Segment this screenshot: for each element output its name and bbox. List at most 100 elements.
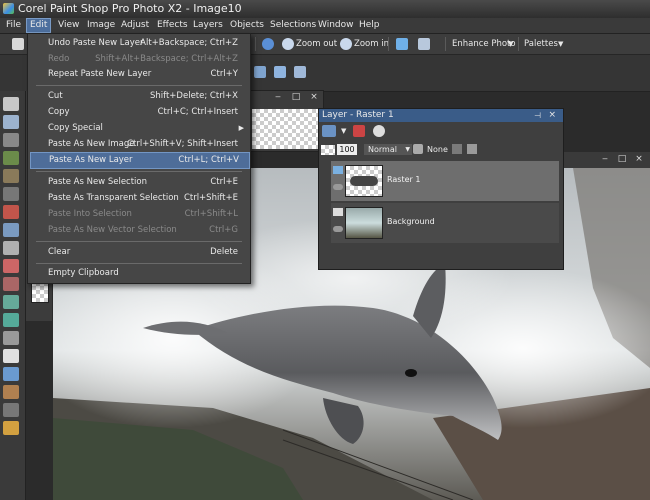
warp-brush-icon[interactable] [3,403,19,417]
menu-window[interactable]: Window [315,19,357,32]
menu-item-label: Paste As Transparent Selection [48,193,179,203]
menu-item-empty-clipboard[interactable]: Empty Clipboard [30,266,248,281]
visibility-eye-icon[interactable] [333,184,343,190]
paint-brush-icon[interactable] [3,277,19,291]
menu-bar: File Edit View Image Adjust Effects Laye… [0,18,650,34]
blend-mode-select[interactable]: Normal ▼ [364,144,412,155]
menu-item-clear[interactable]: Clear Delete [30,245,248,260]
menu-item-paste-vector-selection[interactable]: Paste As New Vector Selection Ctrl+G [30,223,248,238]
palette-maximize-icon[interactable]: □ [291,92,301,102]
info-icon[interactable] [262,38,274,50]
maximize-icon[interactable]: □ [617,154,627,164]
blend-mode-value: Normal [368,145,397,154]
scratch-remover-icon[interactable] [3,259,19,273]
browse-icon[interactable] [396,38,408,50]
palettes-button[interactable]: Palettes [524,36,558,52]
layer-row-background[interactable]: Background [331,203,559,243]
menu-help[interactable]: Help [356,19,383,32]
layers-close-icon[interactable]: × [548,109,556,122]
lighten-darken-icon[interactable] [3,313,19,327]
delete-layer-icon[interactable] [353,125,365,137]
menu-item-shortcut: Ctrl+Y [210,69,238,79]
palette-minimize-icon[interactable]: ‒ [273,92,283,102]
opacity-swatch [321,145,335,155]
visibility-eye-icon[interactable] [333,226,343,232]
menu-item-undo[interactable]: Undo Paste New Layer Alt+Backspace; Ctrl… [30,36,248,51]
selection-tool-icon[interactable] [3,133,19,147]
menu-item-shortcut: Ctrl+Shift+L [184,209,238,219]
menu-item-copy[interactable]: Copy Ctrl+C; Ctrl+Insert [30,105,248,120]
screen-mode-icon[interactable] [418,38,430,50]
menu-item-shortcut: Shift+Alt+Backspace; Ctrl+Alt+Z [95,54,238,64]
text-tool-icon[interactable] [3,349,19,363]
mask-brush-icon[interactable] [413,144,423,154]
new-file-icon[interactable] [12,38,24,50]
pin-icon[interactable]: ⊣ [534,109,541,122]
menu-separator [36,171,242,172]
menu-item-paste-new-layer[interactable]: Paste As New Layer Ctrl+L; Ctrl+V [30,152,250,169]
makeover-tool-icon[interactable] [3,223,19,237]
preset-shape-icon[interactable] [3,367,19,381]
overview-palette: ‒ □ × [248,90,324,152]
dropper-tool-icon[interactable] [3,151,19,165]
material-swatch-icon[interactable] [31,281,49,303]
clone-tool-icon[interactable] [3,241,19,255]
menu-separator [36,263,242,264]
layer-name: Raster 1 [387,175,421,184]
menu-item-repeat[interactable]: Repeat Paste New Layer Ctrl+Y [30,67,248,82]
opacity-field[interactable]: 100 [337,144,357,155]
layer-name: Background [387,217,435,226]
menu-item-copy-special[interactable]: Copy Special ▶ [30,121,248,136]
picture-tube-icon[interactable] [3,421,19,435]
pan-tool-icon[interactable] [3,97,19,111]
menu-item-shortcut: Ctrl+Shift+E [183,193,238,203]
layer-properties-icon[interactable] [373,125,385,137]
window-title: Corel Paint Shop Pro Photo X2 - Image10 [18,2,242,15]
eraser-icon[interactable] [3,331,19,345]
enhance-photo-button[interactable]: Enhance Photo [452,36,516,52]
menu-item-shortcut: Shift+Delete; Ctrl+X [149,91,238,101]
new-layer-icon[interactable] [322,125,336,137]
menu-view[interactable]: View [55,19,82,32]
menu-item-paste-new-image[interactable]: Paste As New Image Ctrl+Shift+V; Shift+I… [30,137,248,152]
pick-tool-icon[interactable] [3,115,19,129]
lock-transparency-icon[interactable] [452,144,462,154]
edit-dropdown-menu: Undo Paste New Layer Alt+Backspace; Ctrl… [27,33,251,284]
layer-row-raster1[interactable]: Raster 1 [331,161,559,201]
menu-item-shortcut: Ctrl+G [209,225,238,235]
new-layer-dropdown-icon[interactable]: ▼ [341,127,346,135]
pen-tool-icon[interactable] [3,385,19,399]
minimize-icon[interactable]: ‒ [600,154,610,164]
align-icon[interactable] [294,66,306,78]
menu-layers[interactable]: Layers [190,19,226,32]
palettes-dropdown-icon[interactable]: ▼ [558,36,563,52]
menu-item-paste-transparent-selection[interactable]: Paste As Transparent Selection Ctrl+Shif… [30,191,248,206]
airbrush-icon[interactable] [3,295,19,309]
menu-edit[interactable]: Edit [26,18,52,33]
menu-item-label: Paste As New Layer [49,155,133,165]
straighten-tool-icon[interactable] [3,187,19,201]
arrange-icon[interactable] [274,66,286,78]
menu-file[interactable]: File [3,19,24,32]
menu-selections[interactable]: Selections [267,19,319,32]
red-eye-tool-icon[interactable] [3,205,19,219]
menu-image[interactable]: Image [84,19,118,32]
menu-item-cut[interactable]: Cut Shift+Delete; Ctrl+X [30,89,248,104]
palette-close-icon[interactable]: × [309,92,319,102]
lock-icon[interactable] [467,144,477,154]
menu-objects[interactable]: Objects [227,19,267,32]
menu-item-shortcut: Ctrl+L; Ctrl+V [178,155,239,165]
submenu-arrow-icon: ▶ [238,124,244,132]
crop-tool-icon[interactable] [3,169,19,183]
close-icon[interactable]: × [634,154,644,164]
zoom-out-button[interactable]: Zoom out [282,36,337,52]
menu-effects[interactable]: Effects [154,19,191,32]
zoom-in-button[interactable]: Zoom in [340,36,389,52]
layer-tool-icon[interactable] [254,66,266,78]
menu-item-paste-into-selection[interactable]: Paste Into Selection Ctrl+Shift+L [30,207,248,222]
enhance-photo-dropdown-icon[interactable]: ▼ [508,36,513,52]
menu-item-paste-new-selection[interactable]: Paste As New Selection Ctrl+E [30,175,248,190]
menu-adjust[interactable]: Adjust [118,19,152,32]
menu-item-redo[interactable]: Redo Shift+Alt+Backspace; Ctrl+Alt+Z [30,52,248,67]
menu-item-shortcut: Alt+Backspace; Ctrl+Z [140,38,238,48]
